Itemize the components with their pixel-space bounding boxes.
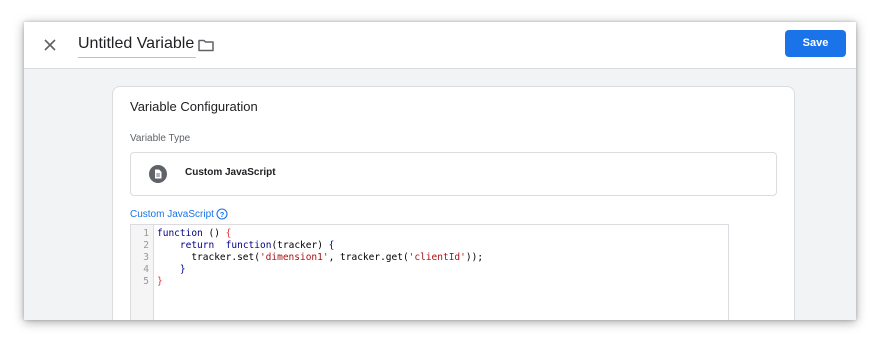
line-number: 2 — [143, 240, 149, 251]
variable-type-selector[interactable]: Custom JavaScript — [130, 152, 777, 196]
code-line[interactable]: function () { — [157, 228, 231, 240]
line-number: 3 — [143, 252, 149, 263]
code-editor[interactable]: 1 2 3 4 5 function () { return function(… — [130, 224, 729, 320]
svg-text:?: ? — [220, 210, 225, 219]
variable-type-name: Custom JavaScript — [185, 167, 276, 178]
code-line[interactable]: tracker.set('dimension1', tracker.get('c… — [157, 252, 483, 264]
variable-name-field[interactable]: Untitled Variable — [78, 33, 197, 58]
code-line[interactable]: } — [157, 276, 163, 288]
custom-javascript-label: Custom JavaScript — [130, 209, 214, 220]
folder-icon[interactable] — [197, 36, 215, 54]
card-title: Variable Configuration — [130, 99, 258, 114]
close-icon[interactable] — [40, 35, 60, 55]
code-line[interactable]: return function(tracker) { — [157, 240, 334, 252]
line-number: 5 — [143, 276, 149, 287]
variable-editor-window: Untitled Variable Save Variable Configur… — [24, 22, 856, 320]
document-icon — [149, 165, 167, 183]
code-line[interactable]: } — [157, 264, 186, 276]
line-number: 4 — [143, 264, 149, 275]
variable-type-label: Variable Type — [130, 133, 191, 144]
save-button[interactable]: Save — [785, 30, 846, 57]
line-number: 1 — [143, 228, 149, 239]
line-number-gutter: 1 2 3 4 5 — [131, 225, 154, 320]
variable-configuration-card: Variable Configuration Variable Type Cus… — [112, 86, 795, 320]
top-bar: Untitled Variable Save — [24, 22, 856, 69]
help-icon[interactable]: ? — [216, 208, 228, 220]
